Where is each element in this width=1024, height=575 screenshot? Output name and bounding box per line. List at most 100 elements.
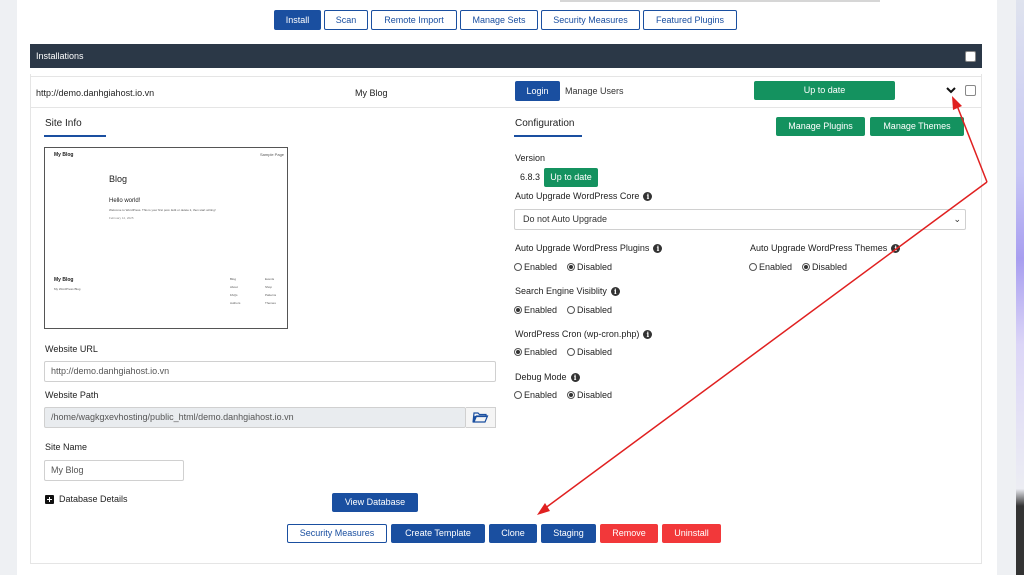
tab-manage-sets[interactable]: Manage Sets bbox=[460, 10, 538, 30]
row-checkbox[interactable] bbox=[965, 85, 976, 96]
preview-footer-link: About bbox=[230, 285, 238, 289]
site-name-input[interactable]: My Blog bbox=[44, 460, 184, 481]
themes-disabled-radio[interactable] bbox=[802, 263, 810, 271]
search-disabled-radio[interactable] bbox=[567, 306, 575, 314]
database-details-toggle[interactable]: Database Details bbox=[59, 494, 128, 504]
configuration-underline bbox=[514, 135, 582, 137]
plus-square-icon[interactable] bbox=[45, 495, 54, 504]
search-enabled-radio[interactable] bbox=[514, 306, 522, 314]
installations-title: Installations bbox=[36, 51, 84, 61]
website-url-input[interactable]: http://demo.danhgiahost.io.vn bbox=[44, 361, 496, 382]
plugins-enabled-label[interactable]: Enabled bbox=[524, 262, 557, 272]
preview-footer-link: Shop bbox=[265, 285, 273, 289]
cron-enabled-radio[interactable] bbox=[514, 348, 522, 356]
search-visibility-label: Search Engine Visiblity i bbox=[515, 286, 620, 297]
preview-post-date: February 12, 2025 bbox=[109, 216, 134, 220]
search-visibility-text: Search Engine Visiblity bbox=[515, 286, 607, 296]
installation-name: My Blog bbox=[355, 88, 388, 98]
debug-disabled-radio[interactable] bbox=[567, 391, 575, 399]
clone-button[interactable]: Clone bbox=[489, 524, 537, 543]
themes-enabled-label[interactable]: Enabled bbox=[759, 262, 792, 272]
preview-footer-link: FAQs bbox=[230, 293, 238, 297]
info-icon[interactable]: i bbox=[610, 287, 620, 297]
debug-disabled-label[interactable]: Disabled bbox=[577, 390, 612, 400]
site-preview-thumbnail[interactable]: My Blog Sample Page Blog Hello world! We… bbox=[44, 147, 288, 329]
select-all-checkbox[interactable] bbox=[965, 51, 976, 62]
cron-disabled-radio[interactable] bbox=[567, 348, 575, 356]
site-info-title[interactable]: Site Info bbox=[45, 118, 82, 129]
tab-security-measures[interactable]: Security Measures bbox=[541, 10, 640, 30]
window-edge-strip bbox=[1016, 0, 1024, 575]
tab-scan[interactable]: Scan bbox=[324, 10, 368, 30]
version-status-button[interactable]: Up to date bbox=[544, 168, 598, 187]
installation-url[interactable]: http://demo.danhgiahost.io.vn bbox=[36, 88, 154, 98]
preview-heading: Blog bbox=[109, 174, 128, 184]
view-database-button[interactable]: View Database bbox=[332, 493, 418, 512]
info-icon[interactable]: i bbox=[653, 244, 663, 254]
chevron-down-icon[interactable] bbox=[945, 84, 957, 96]
info-icon[interactable]: i bbox=[891, 244, 901, 254]
create-template-button[interactable]: Create Template bbox=[391, 524, 485, 543]
configuration-title[interactable]: Configuration bbox=[515, 118, 574, 129]
site-name-label: Site Name bbox=[45, 442, 88, 452]
info-icon[interactable]: i bbox=[643, 330, 653, 340]
preview-footer-link: Themes bbox=[265, 301, 276, 305]
themes-disabled-label[interactable]: Disabled bbox=[812, 262, 847, 272]
cron-disabled-label[interactable]: Disabled bbox=[577, 347, 612, 357]
manage-plugins-button[interactable]: Manage Plugins bbox=[776, 117, 865, 136]
debug-enabled-radio[interactable] bbox=[514, 391, 522, 399]
tab-install[interactable]: Install bbox=[274, 10, 321, 30]
preview-site-title: My Blog bbox=[54, 152, 74, 158]
chevron-down-icon: ⌄ bbox=[953, 214, 961, 224]
manage-themes-button[interactable]: Manage Themes bbox=[870, 117, 964, 136]
website-url-label: Website URL bbox=[45, 344, 98, 354]
status-up-to-date-button[interactable]: Up to date bbox=[754, 81, 895, 100]
divider bbox=[560, 0, 880, 2]
cron-enabled-label[interactable]: Enabled bbox=[524, 347, 557, 357]
site-info-underline bbox=[44, 135, 106, 137]
search-enabled-label[interactable]: Enabled bbox=[524, 305, 557, 315]
auto-upgrade-core-select[interactable]: Do not Auto Upgrade ⌄ bbox=[514, 209, 966, 230]
themes-enabled-radio[interactable] bbox=[749, 263, 757, 271]
website-path-label: Website Path bbox=[45, 390, 99, 400]
remove-button[interactable]: Remove bbox=[600, 524, 658, 543]
auto-upgrade-core-value: Do not Auto Upgrade bbox=[523, 214, 608, 224]
info-icon[interactable]: i bbox=[643, 192, 653, 202]
cron-label: WordPress Cron (wp-cron.php) i bbox=[515, 329, 653, 340]
cron-text: WordPress Cron (wp-cron.php) bbox=[515, 329, 640, 339]
website-path-input[interactable]: /home/wagkgxevhosting/public_html/demo.d… bbox=[44, 407, 466, 428]
preview-footer-link: Patterns bbox=[265, 293, 277, 297]
tab-remote-import[interactable]: Remote Import bbox=[371, 10, 457, 30]
info-icon[interactable]: i bbox=[570, 373, 580, 383]
preview-post-title: Hello world! bbox=[109, 198, 141, 204]
plugins-disabled-radio[interactable] bbox=[567, 263, 575, 271]
debug-mode-text: Debug Mode bbox=[515, 372, 567, 382]
version-label: Version bbox=[515, 153, 546, 163]
security-measures-button[interactable]: Security Measures bbox=[287, 524, 387, 543]
version-value: 6.8.3 bbox=[520, 172, 541, 182]
manage-users-link[interactable]: Manage Users bbox=[565, 86, 624, 96]
preview-footer-link: Events bbox=[265, 277, 275, 281]
auto-upgrade-plugins-label: Auto Upgrade WordPress Plugins i bbox=[515, 243, 663, 254]
auto-upgrade-core-label: Auto Upgrade WordPress Core i bbox=[515, 191, 653, 202]
folder-open-icon[interactable] bbox=[466, 407, 496, 428]
uninstall-button[interactable]: Uninstall bbox=[662, 524, 721, 543]
login-button[interactable]: Login bbox=[515, 81, 560, 101]
preview-footer-link: Authors bbox=[230, 301, 241, 305]
auto-upgrade-themes-label: Auto Upgrade WordPress Themes i bbox=[750, 243, 901, 254]
plugins-disabled-label[interactable]: Disabled bbox=[577, 262, 612, 272]
preview-post-excerpt: Welcome to WordPress. This is your first… bbox=[109, 208, 216, 212]
preview-footer-tagline: My WordPress Blog bbox=[54, 287, 81, 291]
preview-menu-link: Sample Page bbox=[260, 152, 285, 157]
auto-upgrade-core-text: Auto Upgrade WordPress Core bbox=[515, 191, 640, 201]
tab-featured-plugins[interactable]: Featured Plugins bbox=[643, 10, 737, 30]
debug-mode-label: Debug Mode i bbox=[515, 372, 580, 383]
installations-header: Installations bbox=[30, 44, 982, 68]
staging-button[interactable]: Staging bbox=[541, 524, 596, 543]
auto-upgrade-plugins-text: Auto Upgrade WordPress Plugins bbox=[515, 243, 650, 253]
preview-footer-title: My Blog bbox=[54, 277, 74, 283]
debug-enabled-label[interactable]: Enabled bbox=[524, 390, 557, 400]
plugins-enabled-radio[interactable] bbox=[514, 263, 522, 271]
search-disabled-label[interactable]: Disabled bbox=[577, 305, 612, 315]
auto-upgrade-themes-text: Auto Upgrade WordPress Themes bbox=[750, 243, 888, 253]
